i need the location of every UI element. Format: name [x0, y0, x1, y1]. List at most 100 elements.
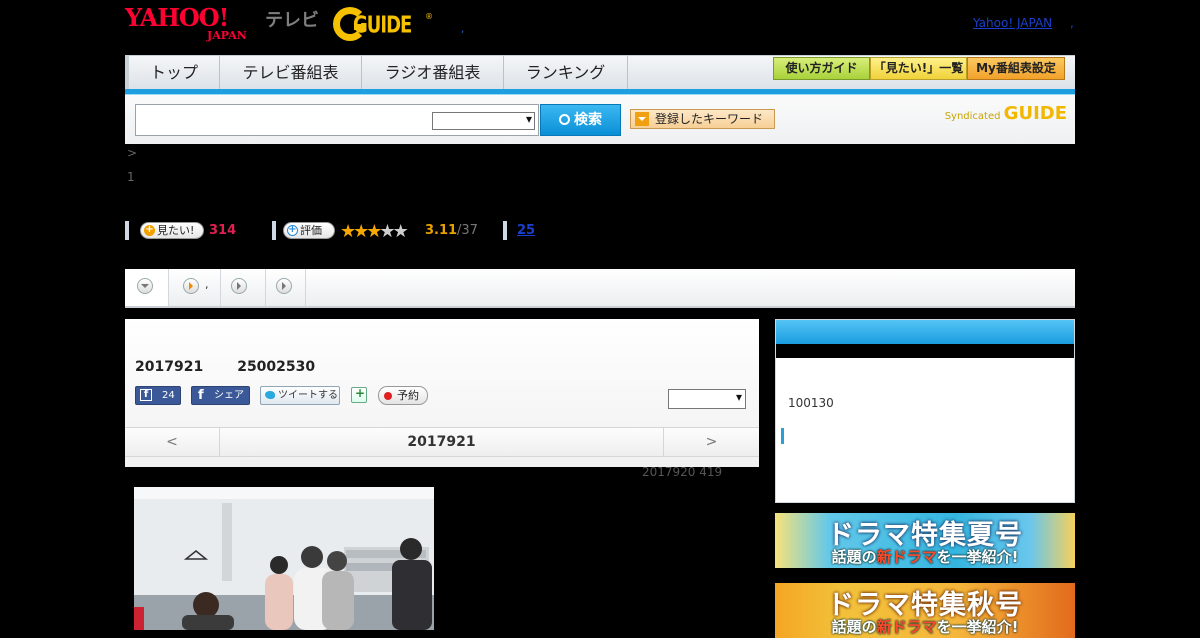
page-number: 1	[127, 170, 135, 184]
star-filled-icon: ★	[366, 221, 382, 242]
yahoo-logo-text: YAHOO!	[125, 3, 229, 32]
nav-item-ranking[interactable]: ランキング	[504, 56, 628, 90]
facebook-icon: f	[198, 388, 204, 403]
star-filled-icon: ★	[353, 221, 369, 242]
tab-dot: ,	[205, 278, 209, 291]
tab-3[interactable]	[221, 269, 266, 306]
search-button-label: 検索	[574, 112, 602, 128]
japan-logo-text: JAPAN	[207, 29, 247, 42]
star-empty-icon: ★	[379, 221, 395, 242]
mitai-button[interactable]: + 見たい!	[140, 222, 204, 239]
panel-select[interactable]	[668, 389, 746, 409]
nav-item-top[interactable]: トップ	[125, 56, 220, 90]
broadcast-datetime: 2017921 25002530	[135, 359, 349, 375]
side-box-subheader	[776, 344, 1074, 358]
tab-2[interactable]: ,	[169, 269, 221, 306]
my-listings-settings-button[interactable]: My番組表設定	[967, 57, 1065, 80]
summer-sub-post: を一挙紹介!	[936, 548, 1019, 566]
mitai-label: 見たい!	[157, 224, 195, 237]
broadcast-time: 25002530	[237, 359, 316, 375]
tv-logo-text[interactable]: テレビ	[265, 6, 319, 32]
summer-banner-subtitle: 話題の新ドラマを一挙紹介!	[775, 546, 1075, 567]
search-icon	[559, 114, 570, 125]
site-header: YAHOO! JAPAN テレビ GUIDE ® , Yahoo! JAPAN …	[125, 0, 1075, 55]
play-icon	[183, 278, 199, 294]
yahoo-japan-link[interactable]: Yahoo! JAPAN	[973, 16, 1052, 30]
gguide-logo-text: GUIDE	[353, 11, 412, 40]
drama-summer-banner[interactable]: ドラマ特集夏号 話題の新ドラマを一挙紹介!	[775, 513, 1075, 568]
star-filled-icon: ★	[340, 221, 356, 242]
record-dot-icon	[384, 392, 392, 400]
search-button[interactable]: 検索	[540, 104, 621, 136]
play-icon	[276, 278, 292, 294]
registered-mark: ®	[425, 12, 433, 21]
rate-label: 評価	[300, 224, 322, 237]
facebook-icon: f	[140, 389, 152, 401]
search-bar: 検索 登録したキーワード Syndicated GUIDE	[125, 95, 1075, 144]
mitai-count: 314	[209, 223, 237, 238]
nav-item-tv-listings[interactable]: テレビ番組表	[220, 56, 362, 90]
autumn-sub-pre: 話題の	[831, 618, 877, 636]
gguide-logo[interactable]: GUIDE ®	[333, 5, 433, 41]
current-day: 2017921	[407, 434, 476, 450]
plus-icon: +	[144, 224, 155, 236]
header-dot: ,	[461, 24, 465, 35]
usage-guide-button[interactable]: 使い方ガイド	[773, 57, 870, 80]
nav-item-radio-listings[interactable]: ラジオ番組表	[362, 56, 504, 90]
side-box-text: 100130	[788, 396, 834, 410]
tab-program-detail[interactable]	[125, 269, 169, 306]
like-count: 24	[162, 390, 175, 401]
side-box-accent	[781, 428, 784, 444]
rating-row: + 見たい! 314 + 評価 ★★★★★ 3.11 /37 25	[125, 221, 725, 242]
dropdown-arrow-icon	[635, 112, 649, 126]
star-empty-icon: ★	[392, 221, 409, 242]
day-navigation: < 2017921 >	[125, 427, 759, 457]
autumn-sub-post: を一挙紹介!	[936, 618, 1019, 636]
divider	[272, 221, 276, 240]
tweet-button[interactable]: ツイートする	[260, 386, 340, 405]
summer-sub-pre: 話題の	[831, 548, 877, 566]
breadcrumb[interactable]: >	[127, 146, 137, 160]
play-icon	[231, 278, 247, 294]
autumn-banner-subtitle: 話題の新ドラマを一挙紹介!	[775, 616, 1075, 637]
tweet-label: ツイートする	[278, 390, 338, 401]
rating-count: /37	[457, 223, 478, 238]
divider	[125, 221, 129, 240]
program-tabs: ,	[125, 269, 1075, 308]
mitai-list-button[interactable]: 「見たい!」一覧	[870, 57, 967, 80]
syndicated-logo: Syndicated GUIDE	[945, 103, 1067, 124]
divider	[503, 221, 507, 240]
header-link-dot: ,	[1070, 16, 1074, 30]
program-panel: 2017921 25002530 f 24 f シェア ツイートする 予約 < 201…	[125, 319, 759, 467]
summer-sub-highlight: 新ドラマ	[876, 548, 937, 566]
reserve-button[interactable]: 予約	[378, 386, 428, 405]
registered-keywords-label: 登録したキーワード	[655, 112, 764, 126]
syndicated-gguide-text: GUIDE	[1003, 103, 1067, 124]
share-label: シェア	[214, 390, 244, 401]
yahoo-japan-logo[interactable]: YAHOO! JAPAN	[125, 5, 247, 43]
side-box-header	[776, 320, 1074, 344]
plus-icon: +	[287, 224, 298, 236]
search-category-select[interactable]	[432, 112, 535, 130]
reserve-label: 予約	[397, 389, 419, 402]
previous-broadcast-info: 2017920 419	[642, 465, 723, 479]
review-count-link[interactable]: 25	[517, 223, 535, 238]
star-rating: ★★★★★	[340, 221, 409, 242]
tab-4[interactable]	[266, 269, 306, 306]
rating-score: 3.11	[425, 223, 458, 238]
registered-keywords-button[interactable]: 登録したキーワード	[630, 109, 775, 129]
side-info-box: 100130	[775, 319, 1075, 503]
program-photo	[134, 487, 434, 630]
rate-button[interactable]: + 評価	[283, 222, 335, 239]
chevron-down-icon	[137, 278, 153, 294]
facebook-like-button[interactable]: f 24	[135, 386, 181, 405]
broadcast-date: 2017921	[135, 359, 204, 375]
syndicated-text: Syndicated	[944, 111, 1001, 122]
facebook-share-button[interactable]: f シェア	[191, 386, 250, 405]
add-calendar-icon[interactable]	[351, 385, 367, 403]
prev-day-button[interactable]: <	[125, 428, 220, 456]
autumn-sub-highlight: 新ドラマ	[876, 618, 937, 636]
next-day-button[interactable]: >	[663, 428, 759, 456]
office-scene-image	[134, 487, 434, 630]
twitter-bird-icon	[265, 391, 275, 399]
